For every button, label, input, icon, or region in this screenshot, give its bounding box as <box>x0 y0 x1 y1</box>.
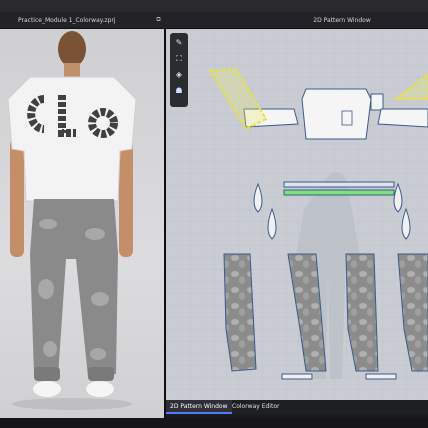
waistband-top[interactable] <box>283 181 395 188</box>
dock-icon[interactable]: ⧉ <box>155 16 162 23</box>
2d-pattern-viewport[interactable] <box>166 29 428 400</box>
shirt-body-pattern[interactable] <box>301 88 372 140</box>
bottom-tab-bar: 2D Pattern Window Colorway Editor <box>166 400 428 414</box>
tab-3d-garment-window[interactable]: Practice_Module 1_Colorway.zprj ⧉ <box>0 12 164 28</box>
left-cuff <box>34 367 60 381</box>
right-sneaker <box>86 381 114 397</box>
cuff-pattern-2[interactable] <box>365 373 397 380</box>
floor-shadow <box>12 398 132 410</box>
view-tab-bar: Practice_Module 1_Colorway.zprj ⧉ 2D Pat… <box>0 12 428 29</box>
avatar-render <box>7 31 137 410</box>
avatar-left-arm <box>10 139 24 257</box>
label-pattern[interactable] <box>370 93 384 111</box>
pattern-window-title: 2D Pattern Window <box>313 16 371 24</box>
right-cuff <box>88 367 114 381</box>
2d-toolbar: ✎ ⛶ ◈ ☗ <box>170 33 188 107</box>
tab-2d-pattern-window[interactable]: 2D Pattern Window <box>166 12 428 28</box>
avatar-neck <box>64 63 80 77</box>
right-sleeve-pattern[interactable] <box>377 108 428 128</box>
tshirt-3d <box>7 76 137 202</box>
pattern-canvas <box>166 29 428 400</box>
3d-garment-viewport[interactable] <box>0 29 164 418</box>
cuff-pattern-1[interactable] <box>281 373 313 380</box>
tab-2d-pattern-window-bottom[interactable]: 2D Pattern Window <box>166 400 232 414</box>
avatar-right-arm <box>119 139 133 257</box>
left-sneaker <box>33 381 61 397</box>
pen-tool-icon[interactable]: ✎ <box>173 37 185 49</box>
status-bar <box>0 418 428 428</box>
shirt-icon[interactable]: ⛶ <box>173 53 185 65</box>
tab-colorway-editor[interactable]: Colorway Editor <box>228 400 283 414</box>
avatar-icon[interactable]: ☗ <box>173 85 185 97</box>
canvas-grid <box>166 29 428 400</box>
title-bar <box>0 0 428 12</box>
avatar-head <box>58 31 86 67</box>
waistband-green[interactable] <box>283 189 395 196</box>
fabric-icon[interactable]: ◈ <box>173 69 185 81</box>
file-tab-title: Practice_Module 1_Colorway.zprj <box>18 16 116 24</box>
